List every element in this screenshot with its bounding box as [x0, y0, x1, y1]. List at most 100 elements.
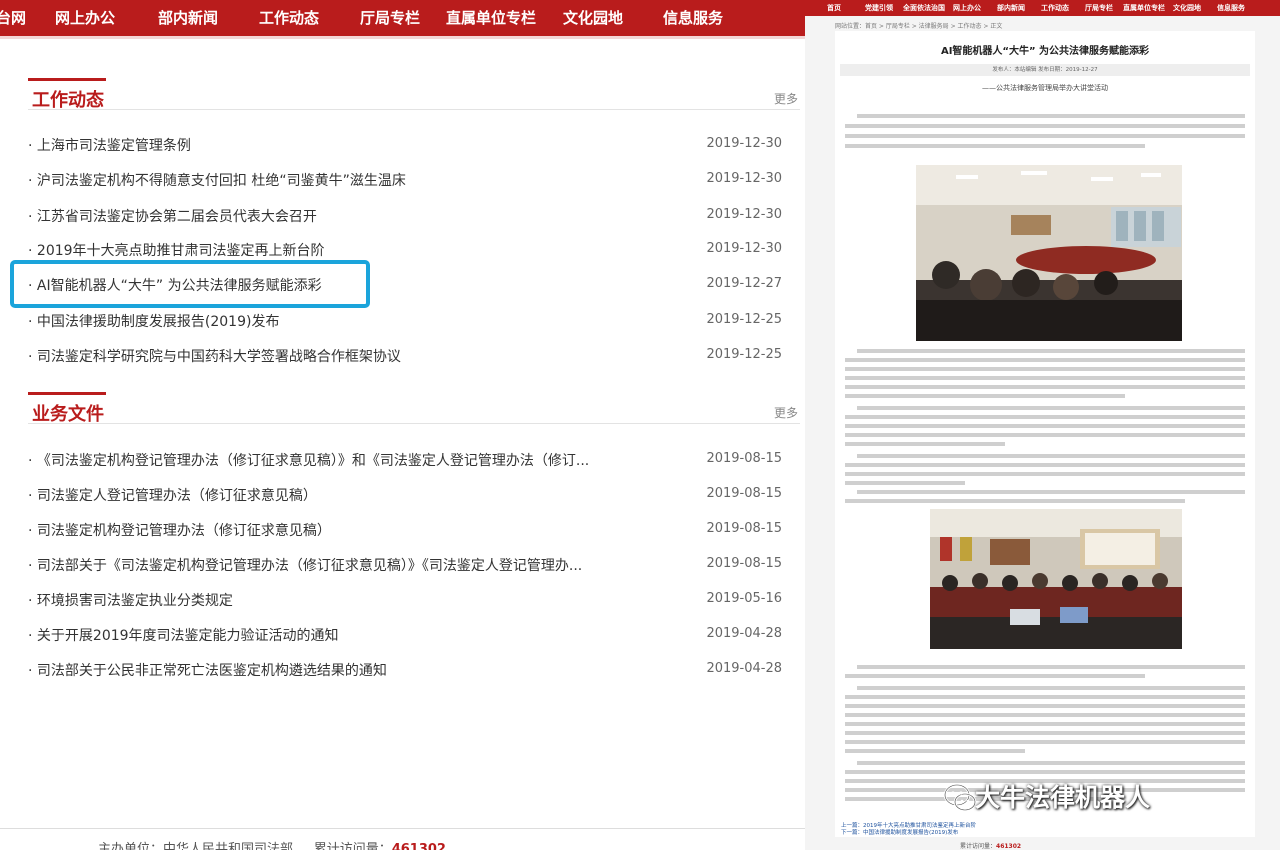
item-title: · 环境损害司法鉴定执业分类规定: [28, 593, 233, 609]
text-line: [845, 424, 1245, 428]
nav-item-bureau[interactable]: 厅局专栏: [360, 0, 420, 36]
item-title: · 《司法鉴定机构登记管理办法（修订征求意见稿）》和《司法鉴定人登记管理办法（修…: [28, 453, 590, 469]
text-line: [857, 665, 1245, 669]
article-nav-item[interactable]: 厅局专栏: [1085, 0, 1113, 16]
footer-host: 主办单位：中华人民共和国司法部: [98, 842, 294, 850]
list-item[interactable]: · 司法部关于公民非正常死亡法医鉴定机构遴选结果的通知 2019-04-28: [28, 656, 788, 682]
article-page: 首页 党建引领 全面依法治国 网上办公 部内新闻 工作动态 厅局专栏 直属单位专…: [805, 0, 1280, 850]
article-nav-item[interactable]: 网上办公: [953, 0, 981, 16]
text-line: [845, 442, 1005, 446]
text-line: [857, 490, 1245, 494]
nav-item-office[interactable]: 网上办公: [55, 0, 115, 36]
article-nav-item[interactable]: 工作动态: [1041, 0, 1069, 16]
article-footer-visits: 461302: [996, 843, 1022, 850]
text-line: [845, 463, 1245, 467]
section-work-header: 工作动态 更多: [28, 78, 800, 111]
footer-visits-label: 累计访问量：: [313, 842, 392, 850]
item-title: · 关于开展2019年度司法鉴定能力验证活动的通知: [28, 628, 339, 644]
meeting-photo: [916, 165, 1182, 341]
item-title: · 中国法律援助制度发展报告(2019)发布: [28, 314, 280, 330]
conference-photo: [930, 509, 1182, 649]
list-item[interactable]: · 2019年十大亮点助推甘肃司法鉴定再上新台阶 2019-12-30: [28, 236, 788, 262]
watermark-text: 大牛法律机器人: [975, 783, 1151, 812]
article-nav-item[interactable]: 信息服务: [1217, 0, 1245, 16]
list-item[interactable]: · 江苏省司法鉴定协会第二届会员代表大会召开 2019-12-30: [28, 202, 788, 228]
main-nav: 台网 网上办公 部内新闻 工作动态 厅局专栏 直属单位专栏 文化园地 信息服务: [0, 0, 805, 36]
text-line: [845, 481, 965, 485]
text-line: [845, 749, 1025, 753]
item-title: · 江苏省司法鉴定协会第二届会员代表大会召开: [28, 209, 317, 225]
list-item[interactable]: · 司法鉴定科学研究院与中国药科大学签署战略合作框架协议 2019-12-25: [28, 342, 788, 368]
list-item[interactable]: · 关于开展2019年度司法鉴定能力验证活动的通知 2019-04-28: [28, 621, 788, 647]
list-item[interactable]: · 《司法鉴定机构登记管理办法（修订征求意见稿）》和《司法鉴定人登记管理办法（修…: [28, 446, 788, 472]
item-date: 2019-12-25: [706, 347, 782, 362]
article-nav-item[interactable]: 首页: [827, 0, 841, 16]
list-item[interactable]: · 中国法律援助制度发展报告(2019)发布 2019-12-25: [28, 307, 788, 333]
nav-item-units[interactable]: 直属单位专栏: [446, 0, 536, 36]
text-line: [845, 499, 1185, 503]
wechat-icon: [943, 783, 977, 812]
item-date: 2019-12-27: [706, 276, 782, 291]
list-item[interactable]: · 司法部关于《司法鉴定机构登记管理办法（修订征求意见稿）》《司法鉴定人登记管理…: [28, 551, 788, 577]
site-footer: 主办单位：中华人民共和国司法部 累计访问量：461302: [98, 838, 446, 850]
breadcrumb: 网站位置：首页 > 厅局专栏 > 法律服务局 > 工作动态 > 正文: [835, 23, 1003, 30]
footer-visits: 461302: [391, 842, 446, 850]
item-date: 2019-08-15: [706, 451, 782, 466]
list-item[interactable]: · 司法鉴定机构登记管理办法（修订征求意见稿） 2019-08-15: [28, 516, 788, 542]
text-line: [857, 114, 1245, 118]
item-title: · 司法鉴定机构登记管理办法（修订征求意见稿）: [28, 523, 331, 539]
item-date: 2019-04-28: [706, 661, 782, 676]
item-title: · 司法部关于公民非正常死亡法医鉴定机构遴选结果的通知: [28, 663, 387, 679]
nav-item-home[interactable]: 台网: [0, 0, 26, 36]
text-line: [845, 394, 1125, 398]
article-photo-meeting: [916, 165, 1182, 341]
section-accent-bar: [28, 392, 106, 395]
list-item[interactable]: · 上海市司法鉴定管理条例 2019-12-30: [28, 131, 788, 157]
item-title: · 司法鉴定科学研究院与中国药科大学签署战略合作框架协议: [28, 349, 401, 365]
article-nav-item[interactable]: 直属单位专栏: [1123, 0, 1165, 16]
section-divider: [28, 109, 800, 110]
text-line: [845, 124, 1245, 128]
text-line: [857, 454, 1245, 458]
more-link[interactable]: 更多: [774, 404, 798, 421]
text-line: [845, 358, 1245, 362]
text-line: [845, 713, 1245, 717]
item-date: 2019-04-28: [706, 626, 782, 641]
nav-item-work[interactable]: 工作动态: [259, 0, 319, 36]
next-article-link[interactable]: 下一篇：中国法律援助制度发展报告(2019)发布: [841, 828, 958, 836]
nav-item-info[interactable]: 信息服务: [663, 0, 723, 36]
more-link[interactable]: 更多: [774, 90, 798, 107]
text-line: [857, 761, 1245, 765]
item-date: 2019-12-25: [706, 312, 782, 327]
text-line: [857, 349, 1245, 353]
article-body: AI智能机器人“大牛” 为公共法律服务赋能添彩 发布人：本站编辑 发布日期：20…: [835, 31, 1255, 837]
text-line: [845, 134, 1245, 138]
text-line: [845, 740, 1245, 744]
text-line: [845, 433, 1245, 437]
text-line: [845, 695, 1245, 699]
article-meta: 发布人：本站编辑 发布日期：2019-12-27: [840, 64, 1250, 76]
article-nav: 首页 党建引领 全面依法治国 网上办公 部内新闻 工作动态 厅局专栏 直属单位专…: [805, 0, 1280, 16]
list-item[interactable]: · 沪司法鉴定机构不得随意支付回扣 杜绝“司鉴黄牛”滋生温床 2019-12-30: [28, 166, 788, 192]
article-nav-item[interactable]: 全面依法治国: [903, 0, 945, 16]
article-photo-conference: [930, 509, 1182, 649]
article-nav-item[interactable]: 部内新闻: [997, 0, 1025, 16]
article-nav-item[interactable]: 文化园地: [1173, 0, 1201, 16]
text-line: [857, 686, 1245, 690]
text-line: [845, 770, 1245, 774]
text-line: [845, 385, 1245, 389]
article-subtitle: ——公共法律服务管理局举办大讲堂活动: [982, 84, 1108, 92]
text-line: [845, 472, 1245, 476]
list-page: 台网 网上办公 部内新闻 工作动态 厅局专栏 直属单位专栏 文化园地 信息服务 …: [0, 0, 805, 850]
item-title: · 2019年十大亮点助推甘肃司法鉴定再上新台阶: [28, 243, 325, 259]
item-date: 2019-12-30: [706, 171, 782, 186]
section-divider: [28, 423, 800, 424]
text-line: [845, 731, 1245, 735]
list-item[interactable]: · 司法鉴定人登记管理办法（修订征求意见稿） 2019-08-15: [28, 481, 788, 507]
text-line: [845, 376, 1245, 380]
nav-item-news[interactable]: 部内新闻: [158, 0, 218, 36]
list-item[interactable]: · 环境损害司法鉴定执业分类规定 2019-05-16: [28, 586, 788, 612]
text-line: [857, 406, 1245, 410]
nav-item-culture[interactable]: 文化园地: [563, 0, 623, 36]
article-nav-item[interactable]: 党建引领: [865, 0, 893, 16]
